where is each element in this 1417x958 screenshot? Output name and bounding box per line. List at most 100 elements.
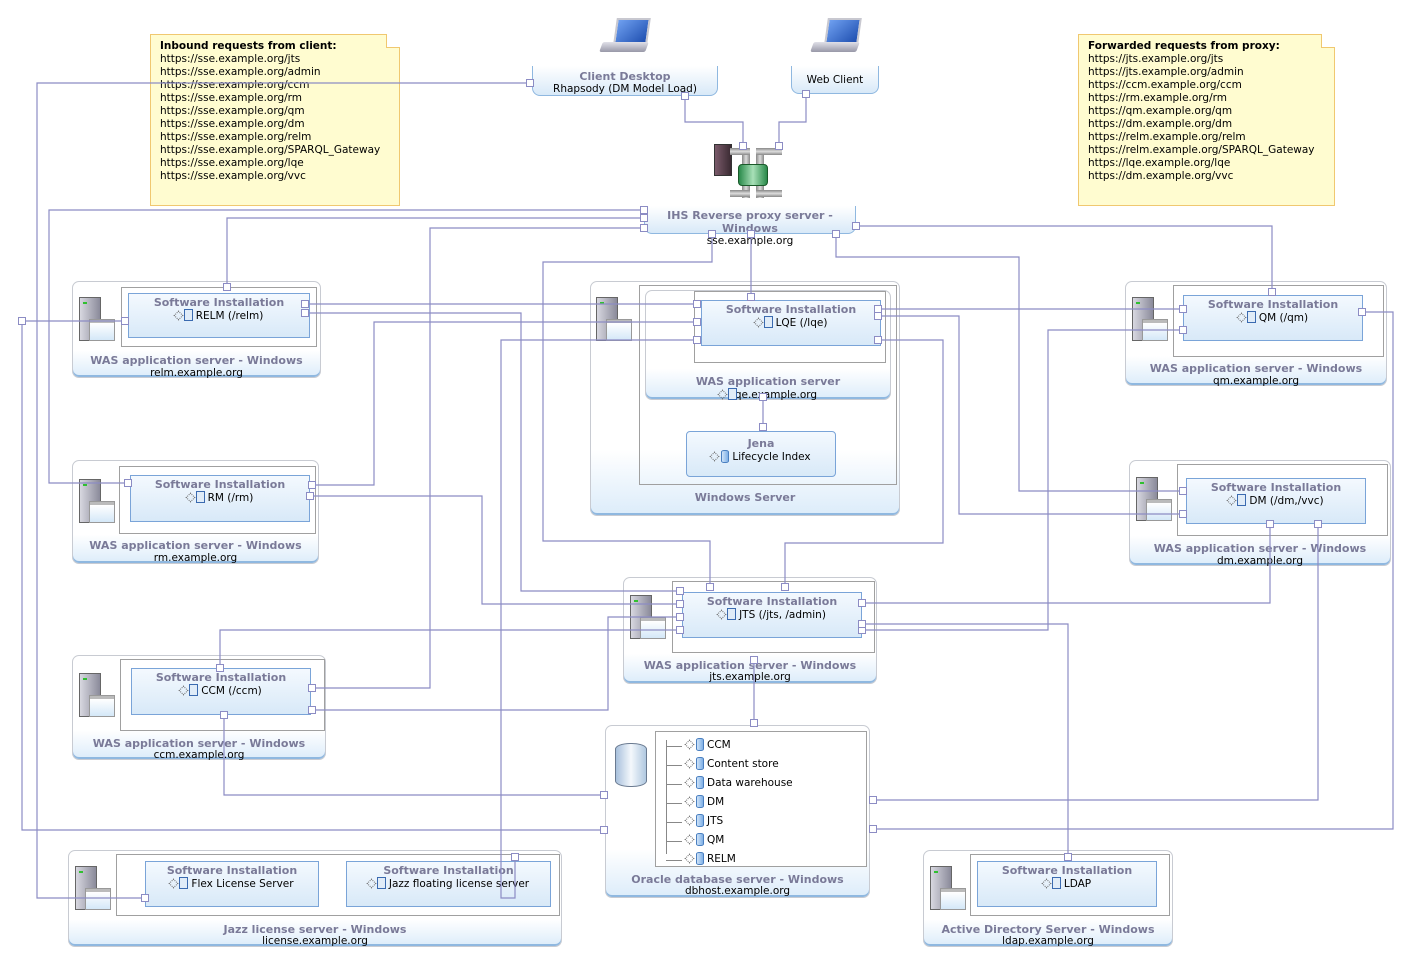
note-url-line: https://sse.example.org/rm — [160, 92, 303, 104]
database-icon — [686, 738, 704, 751]
qm-software-installation[interactable]: Software Installation QM (/qm) — [1183, 295, 1363, 341]
note-url-line: https://rm.example.org/rm — [1088, 92, 1227, 104]
database-icon — [686, 852, 704, 865]
sw-title: Software Installation — [1210, 481, 1342, 494]
ldap-software-installation[interactable]: Software Installation LDAP — [977, 861, 1157, 907]
web-client-node[interactable]: Web Client — [791, 66, 879, 94]
qm-server-node[interactable]: Software Installation QM (/qm) WAS appli… — [1125, 281, 1387, 387]
database-name: DM — [707, 796, 725, 808]
component-icon — [170, 877, 189, 889]
server-host: ldap.example.org — [1002, 935, 1094, 947]
relm-server-node[interactable]: Software Installation RELM (/relm) WAS a… — [72, 281, 321, 379]
oracle-db-server-node[interactable]: CCM Content store Data warehouse DM JTS QM REL… — [605, 725, 870, 898]
database-icon — [686, 795, 704, 808]
install-container: Software Installation LDAP — [970, 854, 1170, 916]
note-url-line: https://sse.example.org/ccm — [160, 79, 310, 91]
database-name: CCM — [707, 739, 731, 751]
server-title: WAS application server - Windows — [1153, 542, 1367, 555]
app-name: LQE (/lqe) — [775, 317, 828, 329]
server-host: qm.example.org — [1213, 375, 1299, 387]
database-icon — [711, 450, 730, 463]
database-item[interactable]: CCM — [686, 738, 731, 751]
windows-server-title: Windows Server — [694, 491, 796, 504]
server-host: dbhost.example.org — [684, 885, 791, 897]
port-handle — [869, 825, 877, 833]
server-icon — [1132, 297, 1168, 341]
note-fold — [386, 34, 400, 48]
dm-server-node[interactable]: Software Installation DM (/dm,/vvc) WAS … — [1129, 460, 1391, 567]
note-url-line: https://sse.example.org/admin — [160, 66, 321, 78]
server-icon — [596, 297, 632, 341]
app-name: LDAP — [1063, 878, 1092, 890]
jena-title: Jena — [747, 437, 775, 450]
flex-license-installation[interactable]: Software Installation Flex License Serve… — [145, 861, 319, 907]
lqe-windows-server-node[interactable]: Software Installation LQE (/lqe) WAS app… — [590, 281, 900, 516]
tree-connector — [666, 803, 682, 804]
client-desktop-node[interactable]: Client Desktop Rhapsody (DM Model Load) — [532, 66, 718, 96]
component-icon — [718, 608, 737, 620]
server-icon — [79, 673, 115, 717]
laptop-icon — [597, 18, 653, 58]
note-url-line: https://sse.example.org/jts — [160, 53, 301, 65]
install-container: Software Installation CCM (/ccm) — [120, 659, 325, 731]
client-desktop-title: Client Desktop — [579, 70, 671, 83]
lqe-software-installation[interactable]: Software Installation LQE (/lqe) — [701, 300, 881, 346]
jena-item: Lifecycle Index — [732, 451, 811, 463]
interface-icon — [719, 388, 737, 400]
server-title: WAS application server - Windows — [90, 354, 303, 367]
component-icon — [1238, 311, 1256, 323]
note-url-line: https://relm.example.org/SPARQL_Gateway — [1088, 144, 1315, 156]
note-url-line: https://relm.example.org/relm — [1088, 131, 1246, 143]
note-url-line: https://sse.example.org/SPARQL_Gateway — [160, 144, 381, 156]
ccm-software-installation[interactable]: Software Installation CCM (/ccm) — [131, 668, 311, 715]
note-url-line: https://sse.example.org/relm — [160, 131, 312, 143]
app-name: DM (/dm,/vvc) — [1249, 495, 1324, 507]
database-item[interactable]: RELM — [686, 852, 736, 865]
database-icon — [686, 776, 704, 789]
note-url-line: https://jts.example.org/admin — [1088, 66, 1244, 78]
ccm-server-node[interactable]: Software Installation CCM (/ccm) WAS app… — [72, 655, 326, 761]
database-name: Data warehouse — [707, 777, 793, 789]
lqe-was-server[interactable]: Software Installation LQE (/lqe) WAS app… — [645, 290, 891, 401]
database-item[interactable]: QM — [686, 833, 724, 846]
jazz-floating-license-installation[interactable]: Software Installation Jazz floating lice… — [346, 861, 551, 907]
app-name: JTS (/jts, /admin) — [739, 609, 826, 621]
dm-software-installation[interactable]: Software Installation DM (/dm,/vvc) — [1186, 478, 1366, 524]
app-name: RM (/rm) — [207, 492, 254, 504]
jena-node[interactable]: Jena Lifecycle Index — [686, 431, 836, 477]
rm-software-installation[interactable]: Software Installation RM (/rm) — [130, 475, 310, 522]
component-icon — [1228, 494, 1247, 506]
database-icon — [686, 814, 704, 827]
ldap-server-node[interactable]: Software Installation LDAP Active Direct… — [923, 850, 1173, 947]
proxy-title: IHS Reverse proxy server - Windows — [667, 209, 833, 235]
server-host: license.example.org — [262, 935, 368, 947]
sw-title: Software Installation — [1001, 864, 1133, 877]
sw-title: Software Installation — [166, 864, 298, 877]
install-container: Software Installation RELM (/relm) — [121, 287, 317, 347]
sw-title: Software Installation — [706, 595, 838, 608]
database-server-icon — [615, 743, 647, 787]
port-handle — [18, 317, 26, 325]
install-container: Software Installation JTS (/jts, /admin) — [672, 581, 875, 653]
port-handle — [869, 796, 877, 804]
client-desktop-subtitle: Rhapsody (DM Model Load) — [553, 83, 697, 95]
app-name: CCM (/ccm) — [201, 685, 262, 697]
database-item[interactable]: DM — [686, 795, 724, 808]
jts-server-node[interactable]: Software Installation JTS (/jts, /admin)… — [623, 577, 877, 684]
database-list-container: CCM Content store Data warehouse DM JTS QM REL… — [655, 731, 867, 867]
rm-server-node[interactable]: Software Installation RM (/rm) WAS appli… — [72, 460, 319, 564]
license-server-node[interactable]: Software Installation Flex License Serve… — [68, 850, 562, 947]
reverse-proxy-node[interactable]: IHS Reverse proxy server - Windows sse.e… — [644, 206, 856, 247]
sw-title: Software Installation — [383, 864, 514, 877]
note-url-line: https://jts.example.org/jts — [1088, 53, 1224, 65]
jts-software-installation[interactable]: Software Installation JTS (/jts, /admin) — [682, 592, 862, 638]
app-name: Flex License Server — [191, 878, 294, 890]
port-handle — [18, 317, 26, 325]
database-item[interactable]: Content store — [686, 757, 779, 770]
reverse-proxy-icon — [714, 140, 784, 200]
relm-software-installation[interactable]: Software Installation RELM (/relm) — [128, 293, 310, 338]
database-item[interactable]: JTS — [686, 814, 723, 827]
note-url-line: https://ccm.example.org/ccm — [1088, 79, 1242, 91]
note-url-line: https://lqe.example.org/lqe — [1088, 157, 1231, 169]
database-item[interactable]: Data warehouse — [686, 776, 793, 789]
